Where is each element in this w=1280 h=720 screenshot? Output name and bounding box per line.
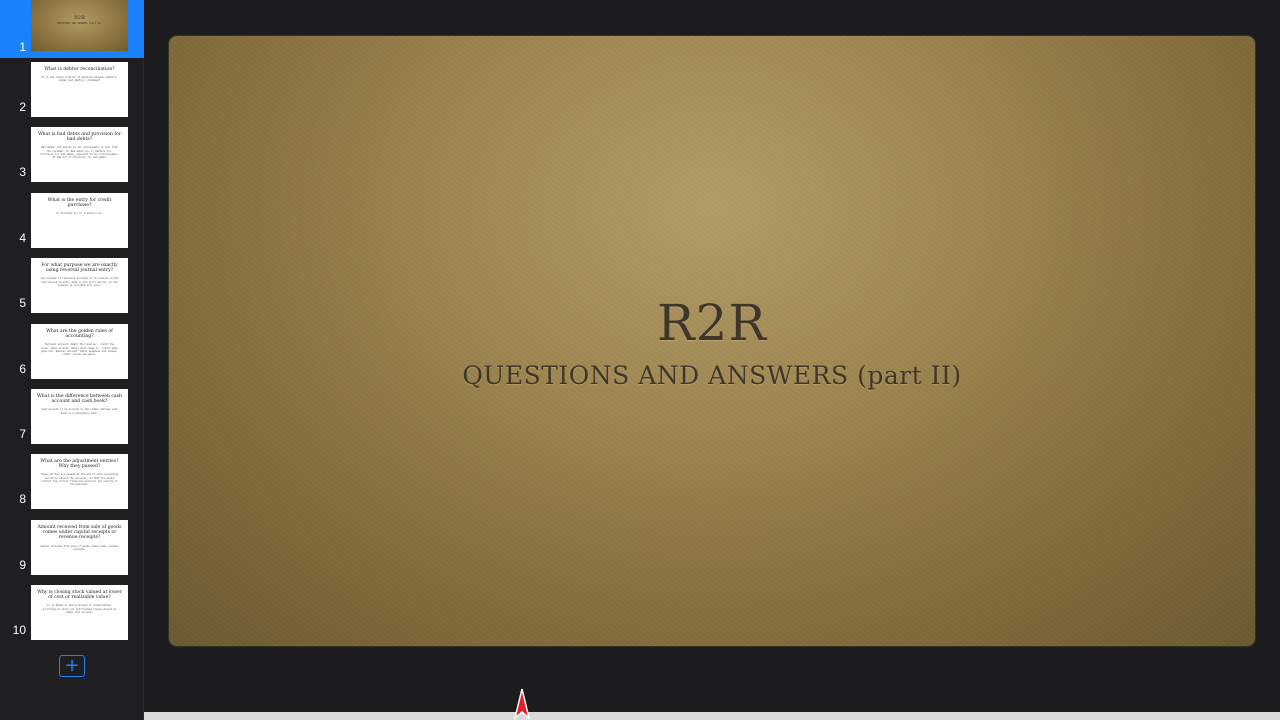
slide-preview-title: R2R	[74, 15, 85, 21]
slide-thumbnail-3[interactable]: 3 What is bad debts and provision for ba…	[0, 123, 144, 183]
slide-thumbnail-5[interactable]: 5 For what purpose we are exactly using …	[0, 254, 144, 314]
slide-thumbnail-8[interactable]: 8 What are the adjustment entries? Why t…	[0, 450, 144, 510]
slide-preview-body: QUESTIONS AND ANSWERS (part II)	[57, 22, 102, 26]
slide-number: 9	[19, 558, 26, 572]
slide-preview-body: Bad debts: The amount is not recoverable…	[40, 146, 119, 160]
slide-navigator: 1 R2R QUESTIONS AND ANSWERS (part II) 2 …	[0, 0, 144, 720]
slide-number: 4	[19, 231, 26, 245]
slide-number: 6	[19, 362, 26, 376]
slide-number: 3	[19, 165, 26, 179]
slide-preview: What is bad debts and provision for bad …	[31, 127, 128, 182]
slide-preview: What are the golden rules of accounting?…	[31, 324, 128, 379]
slide-preview-title: What is bad debts and provision for bad …	[37, 132, 122, 143]
slide-preview-body: Dr Purchase A/c Cr Creditors A/c	[56, 212, 103, 216]
slide-thumbnail-2[interactable]: 2 What is debtor reconciliation? It is t…	[0, 58, 144, 118]
slide-preview-title: What is debtor reconciliation?	[44, 67, 115, 72]
slide-preview-body: The purpose of reversing accruals is to …	[40, 277, 119, 287]
slide-preview-title: What is the entry for credit purchase?	[47, 198, 112, 209]
slide-preview-title: What are the adjustment entries? Why the…	[40, 459, 119, 470]
slide-canvas[interactable]: R2R QUESTIONS AND ANSWERS (part II)	[169, 36, 1255, 646]
slide-preview-body: It is the reconciliation of balances bet…	[41, 76, 118, 83]
slide-preview-title: Why is closing stock valued at lower of …	[37, 590, 122, 601]
slide-preview: What are the adjustment entries? Why the…	[31, 454, 128, 509]
pointer-cursor-icon	[513, 688, 531, 720]
slide-preview: R2R QUESTIONS AND ANSWERS (part II)	[31, 0, 128, 51]
slide-thumbnail-9[interactable]: 9 Amount received from sale of goods com…	[0, 516, 144, 576]
bottom-toolbar	[144, 712, 1280, 720]
slide-preview: Why is closing stock valued at lower of …	[31, 585, 128, 640]
slide-thumbnail-6[interactable]: 6 What are the golden rules of accountin…	[0, 320, 144, 380]
slide-preview-title: What is the difference between cash acco…	[37, 394, 122, 405]
slide-subtitle[interactable]: QUESTIONS AND ANSWERS (part II)	[169, 361, 1255, 390]
slide-title[interactable]: R2R	[169, 294, 1255, 352]
plus-icon: +	[64, 655, 80, 676]
slide-number: 10	[12, 623, 26, 637]
slide-preview-body: Amount received from sale of goods comes…	[40, 544, 119, 551]
slide-preview: For what purpose we are exactly using re…	[31, 258, 128, 313]
slide-preview-title: What are the golden rules of accounting?	[46, 329, 113, 340]
slide-thumbnail-7[interactable]: 7 What is the difference between cash ac…	[0, 385, 144, 445]
slide-preview-body: Personal account: Debit the receiver, cr…	[41, 343, 118, 357]
slide-preview: What is the entry for credit purchase? D…	[31, 193, 128, 248]
slide-preview: Amount received from sale of goods comes…	[31, 520, 128, 575]
slide-number: 7	[19, 427, 26, 441]
slide-preview-title: Amount received from sale of goods comes…	[37, 525, 122, 541]
slide-thumbnail-4[interactable]: 4 What is the entry for credit purchase?…	[0, 189, 144, 249]
slide-preview-title: For what purpose we are exactly using re…	[41, 263, 118, 274]
slide-preview-body: Cash account is an account in the ledger…	[41, 408, 118, 415]
slide-number: 1	[19, 40, 26, 54]
add-slide-button[interactable]: +	[59, 655, 85, 677]
slide-number: 8	[19, 492, 26, 506]
slide-number: 2	[19, 100, 26, 114]
slide-preview: What is debtor reconciliation? It is the…	[31, 62, 128, 117]
slide-preview-body: It is based on the principle of conserva…	[42, 604, 117, 614]
slide-thumbnail-10[interactable]: 10 Why is closing stock valued at lower …	[0, 581, 144, 641]
slide-preview-body: These entries are passed at the end of e…	[40, 473, 119, 487]
slide-preview: What is the difference between cash acco…	[31, 389, 128, 444]
slide-number: 5	[19, 296, 26, 310]
slide-thumbnail-1[interactable]: 1 R2R QUESTIONS AND ANSWERS (part II)	[0, 0, 144, 58]
